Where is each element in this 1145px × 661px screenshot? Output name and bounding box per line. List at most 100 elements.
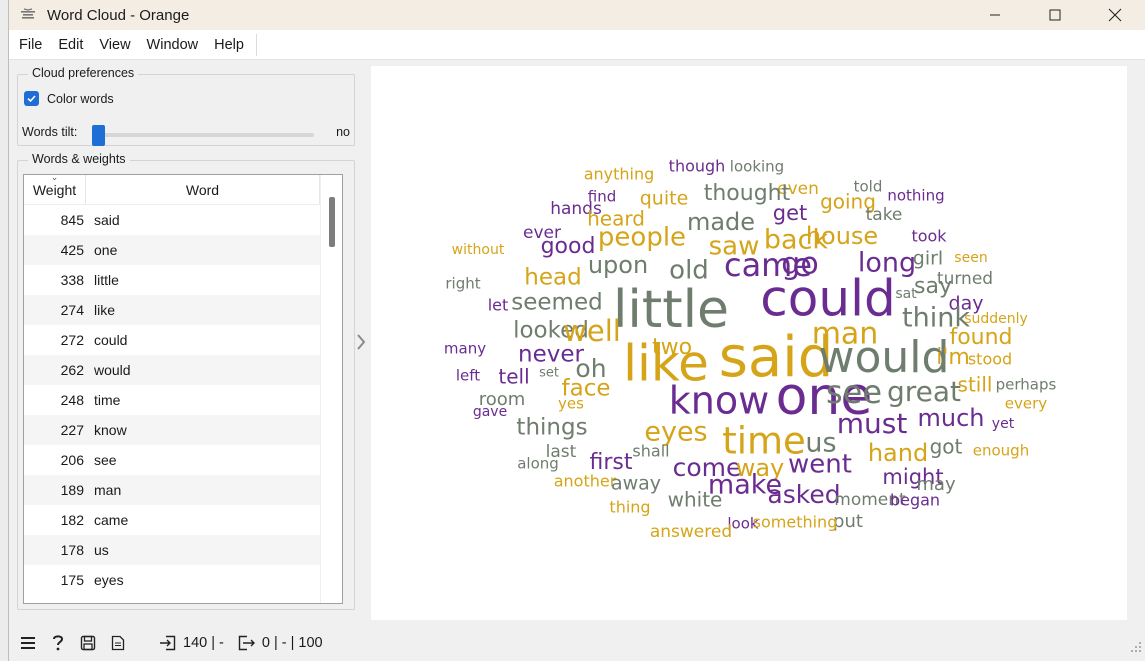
cloud-word[interactable]: much xyxy=(918,404,985,432)
cloud-word[interactable]: though xyxy=(669,157,726,176)
table-row[interactable]: 182 came xyxy=(24,505,321,535)
table-row[interactable]: 425 one xyxy=(24,235,321,265)
cloud-word[interactable]: tell xyxy=(498,365,529,389)
cloud-word[interactable]: still xyxy=(958,373,993,397)
cloud-word[interactable]: head xyxy=(524,265,581,291)
cloud-word[interactable]: looking xyxy=(730,158,784,176)
table-row[interactable]: 272 could xyxy=(24,325,321,355)
table-row[interactable]: 175 eyes xyxy=(24,565,321,595)
cloud-word[interactable]: let xyxy=(488,296,509,315)
cloud-word[interactable]: upon xyxy=(588,251,648,279)
menu-bar: File Edit View Window Help xyxy=(9,30,1145,60)
menu-help[interactable]: Help xyxy=(206,37,252,53)
cloud-word[interactable]: set xyxy=(539,366,559,381)
cloud-word[interactable]: seemed xyxy=(511,290,602,316)
resize-grip-icon[interactable] xyxy=(1130,640,1142,656)
cloud-word[interactable]: thing xyxy=(609,498,650,517)
cloud-word[interactable]: nothing xyxy=(887,187,944,205)
table-body: 845 said 425 one 338 little 274 like 272 coul… xyxy=(24,205,321,595)
table-row[interactable]: 248 time xyxy=(24,385,321,415)
cloud-word[interactable]: i'm xyxy=(936,345,970,370)
cloud-word[interactable]: perhaps xyxy=(996,376,1057,394)
cloud-word[interactable]: right xyxy=(445,275,480,293)
cloud-word[interactable]: began xyxy=(890,491,940,510)
cloud-word[interactable]: shall xyxy=(632,442,669,461)
cloud-word[interactable]: put xyxy=(833,511,863,532)
word-cell: eyes xyxy=(94,572,124,588)
cloud-word[interactable]: every xyxy=(1005,395,1048,413)
input-data-icon xyxy=(157,632,179,654)
word-column-header[interactable]: Word xyxy=(86,175,320,204)
cloud-word[interactable]: got xyxy=(930,435,963,459)
words-weights-title: Words & weights xyxy=(28,152,130,166)
words-tilt-slider[interactable] xyxy=(92,133,314,137)
word-cell: one xyxy=(94,242,118,258)
table-scrollbar-thumb[interactable] xyxy=(329,197,335,247)
cloud-word[interactable]: seen xyxy=(954,250,987,266)
input-count: 140 | - xyxy=(183,635,224,651)
menu-edit[interactable]: Edit xyxy=(50,37,91,53)
weight-cell: 178 xyxy=(60,542,84,558)
cloud-word[interactable]: gave xyxy=(473,404,507,420)
words-tilt-row: Words tilt: no xyxy=(22,119,350,146)
cloud-word[interactable]: little xyxy=(613,280,729,340)
cloud-word[interactable]: many xyxy=(444,340,486,358)
weight-cell: 262 xyxy=(60,362,84,378)
table-row[interactable]: 845 said xyxy=(24,205,321,235)
cloud-word[interactable]: another xyxy=(554,472,617,491)
weight-column-header[interactable]: ⌄ Weight xyxy=(24,175,86,204)
cloud-word[interactable]: say xyxy=(914,274,952,299)
cloud-word[interactable]: anything xyxy=(584,165,655,184)
cloud-word[interactable]: sat xyxy=(895,286,917,302)
cloud-word[interactable]: people xyxy=(598,223,686,253)
cloud-word[interactable]: without xyxy=(452,242,505,258)
save-icon[interactable] xyxy=(77,632,99,654)
menu-hamburger-icon[interactable] xyxy=(17,632,39,654)
cloud-word[interactable]: things xyxy=(516,415,587,441)
minimize-button[interactable] xyxy=(965,0,1025,30)
table-row[interactable]: 262 would xyxy=(24,355,321,385)
table-scrollbar[interactable] xyxy=(320,175,342,603)
color-words-checkbox[interactable] xyxy=(24,91,39,106)
table-row[interactable]: 206 see xyxy=(24,445,321,475)
cloud-word[interactable]: left xyxy=(456,367,480,385)
table-row[interactable]: 227 know xyxy=(24,415,321,445)
table-row[interactable]: 338 little xyxy=(24,265,321,295)
cloud-word[interactable]: white xyxy=(668,488,723,512)
report-icon[interactable] xyxy=(107,632,129,654)
table-row[interactable]: 189 man xyxy=(24,475,321,505)
cloud-word[interactable]: see xyxy=(826,373,882,411)
cloud-word[interactable]: get xyxy=(773,201,807,225)
color-words-option[interactable]: Color words xyxy=(24,91,114,106)
cloud-word[interactable]: asked xyxy=(767,480,840,509)
cloud-word[interactable]: took xyxy=(911,227,947,246)
cloud-word[interactable]: yes xyxy=(558,395,584,413)
output-count: 0 | - | 100 xyxy=(261,635,323,651)
cloud-word[interactable]: went xyxy=(788,450,852,480)
table-row[interactable]: 274 like xyxy=(24,295,321,325)
menu-file[interactable]: File xyxy=(11,37,50,53)
cloud-word[interactable]: something xyxy=(753,513,838,532)
word-cell: said xyxy=(94,212,120,228)
cloud-word[interactable]: yet xyxy=(992,416,1015,432)
cloud-word[interactable]: stood xyxy=(968,350,1012,369)
close-button[interactable] xyxy=(1085,0,1145,30)
table-row[interactable]: 178 us xyxy=(24,535,321,565)
menu-window[interactable]: Window xyxy=(139,37,207,53)
cloud-word[interactable]: along xyxy=(517,455,559,473)
help-icon[interactable] xyxy=(47,632,69,654)
words-tilt-slider-handle[interactable] xyxy=(92,125,105,146)
cloud-word[interactable]: quite xyxy=(640,188,689,210)
cloud-word[interactable]: girl xyxy=(913,248,943,270)
weight-cell: 425 xyxy=(60,242,84,258)
menu-view[interactable]: View xyxy=(91,37,138,53)
cloud-word[interactable]: enough xyxy=(973,442,1029,460)
cloud-word[interactable]: must xyxy=(837,407,908,440)
collapse-panel-arrow-icon[interactable] xyxy=(353,330,369,354)
weight-cell: 189 xyxy=(60,482,84,498)
weight-cell: 845 xyxy=(60,212,84,228)
cloud-word[interactable]: hand xyxy=(868,439,928,467)
cloud-word[interactable]: away xyxy=(611,473,661,495)
cloud-word[interactable]: answered xyxy=(650,522,732,542)
maximize-button[interactable] xyxy=(1025,0,1085,30)
